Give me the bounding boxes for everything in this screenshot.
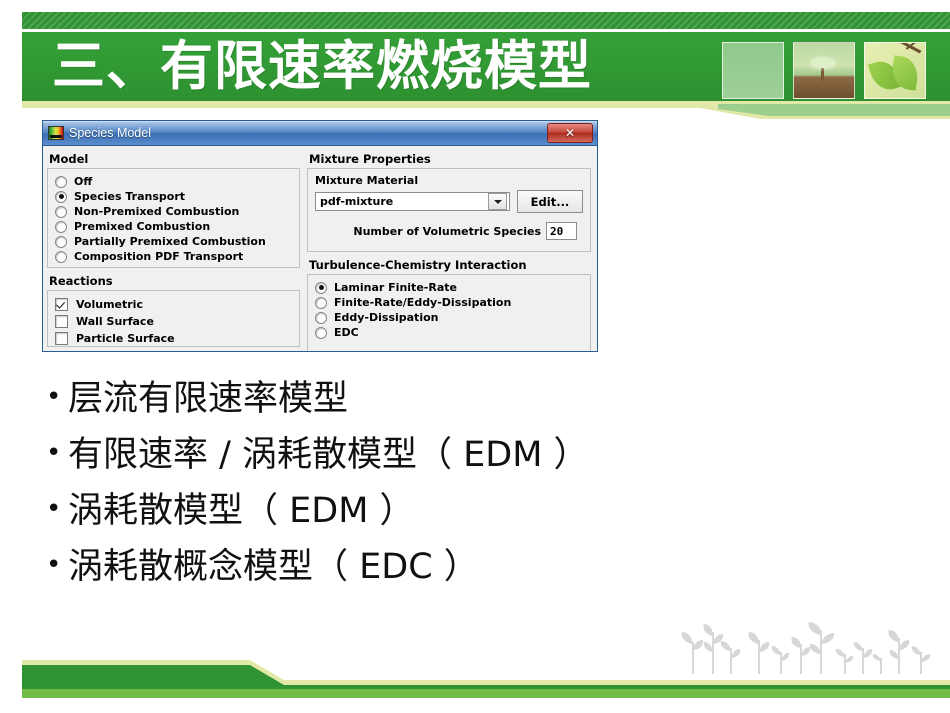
edit-button[interactable]: Edit...	[517, 190, 583, 213]
header-thumbnail-strip	[722, 42, 942, 99]
radio-option-finite-rate-eddy-dissipation[interactable]: Finite-Rate/Eddy-Dissipation	[315, 295, 583, 310]
bullet-marker-icon: •	[46, 550, 62, 580]
reactions-group-box: Volumetric Wall Surface Particle Surface	[47, 290, 300, 347]
thumbnail-seedling-photo	[793, 42, 855, 99]
thumbnail-blank-panel	[722, 42, 784, 99]
footer-light-green-layer	[22, 689, 950, 698]
mixture-properties-group-box: Mixture Material pdf-mixture Edit... Num…	[307, 168, 591, 252]
bullet-marker-icon: •	[46, 494, 62, 524]
mixture-material-select[interactable]: pdf-mixture	[315, 192, 510, 211]
option-label: EDC	[334, 326, 359, 339]
radio-icon-selected[interactable]	[315, 281, 327, 294]
radio-option-non-premixed-combustion[interactable]: Non-Premixed Combustion	[55, 204, 292, 219]
radio-icon[interactable]	[55, 205, 67, 218]
checkbox-icon[interactable]	[55, 332, 68, 345]
radio-icon[interactable]	[55, 220, 67, 233]
option-label: Partially Premixed Combustion	[74, 235, 266, 248]
page-title: 三、有限速率燃烧模型	[52, 36, 592, 97]
checkbox-option-particle-surface[interactable]: Particle Surface	[55, 330, 292, 347]
option-label: Premixed Combustion	[74, 220, 211, 233]
option-label: Finite-Rate/Eddy-Dissipation	[334, 296, 512, 309]
reactions-group-label: Reactions	[49, 274, 113, 288]
list-item-label: 涡耗散模型（ EDM ）	[68, 491, 415, 531]
dialog-title-bar[interactable]: Species Model ✕	[43, 121, 597, 146]
radio-option-off[interactable]: Off	[55, 174, 292, 189]
list-item: • 涡耗散概念模型（ EDC ）	[46, 540, 906, 596]
model-group-box: Off Species Transport Non-Premixed Combu…	[47, 168, 300, 268]
turbulence-chemistry-group-box: Laminar Finite-Rate Finite-Rate/Eddy-Dis…	[307, 274, 591, 351]
checkbox-icon-checked[interactable]	[55, 298, 68, 311]
list-item-label: 有限速率 / 涡耗散模型（ EDM ）	[68, 435, 589, 475]
checkbox-option-volumetric[interactable]: Volumetric	[55, 296, 292, 313]
radio-option-species-transport[interactable]: Species Transport	[55, 189, 292, 204]
radio-icon[interactable]	[55, 175, 67, 188]
slide-header-banner: 三、有限速率燃烧模型	[0, 0, 950, 119]
dialog-title: Species Model	[69, 126, 151, 140]
radio-icon-selected[interactable]	[55, 190, 67, 203]
fluent-contour-icon	[48, 126, 64, 140]
option-label: Off	[74, 175, 93, 188]
species-model-dialog[interactable]: Species Model ✕ Model Off Species Transp…	[42, 120, 598, 352]
slide-footer-bar	[0, 660, 950, 713]
radio-option-edc[interactable]: EDC	[315, 325, 583, 340]
option-label: Composition PDF Transport	[74, 250, 244, 263]
radio-option-composition-pdf-transport[interactable]: Composition PDF Transport	[55, 249, 292, 264]
option-label: Wall Surface	[76, 315, 154, 328]
radio-icon[interactable]	[315, 326, 327, 339]
dialog-body: Model Off Species Transport Non-Premixed…	[43, 146, 597, 351]
species-count-row: Number of Volumetric Species 20	[315, 222, 583, 240]
list-item-label: 层流有限速率模型	[68, 379, 349, 419]
close-icon[interactable]: ✕	[547, 123, 593, 143]
chevron-down-icon[interactable]	[488, 193, 507, 210]
radio-option-premixed-combustion[interactable]: Premixed Combustion	[55, 219, 292, 234]
dialog-right-column: Mixture Properties Mixture Material pdf-…	[307, 150, 591, 351]
checkbox-option-wall-surface[interactable]: Wall Surface	[55, 313, 292, 330]
model-group-label: Model	[49, 152, 89, 166]
header-top-stripe	[22, 12, 950, 29]
mixture-material-value: pdf-mixture	[320, 195, 394, 208]
radio-icon[interactable]	[315, 311, 327, 324]
radio-icon[interactable]	[55, 235, 67, 248]
species-count-field[interactable]: 20	[546, 222, 577, 240]
radio-icon[interactable]	[55, 250, 67, 263]
list-item: • 层流有限速率模型	[46, 372, 906, 428]
bullet-marker-icon: •	[46, 382, 62, 412]
turbulence-chemistry-group-label: Turbulence-Chemistry Interaction	[309, 258, 527, 272]
bullet-list: • 层流有限速率模型 • 有限速率 / 涡耗散模型（ EDM ） • 涡耗散模型…	[46, 372, 906, 596]
option-label: Species Transport	[74, 190, 186, 203]
mixture-material-row: pdf-mixture Edit...	[315, 190, 583, 213]
option-label: Eddy-Dissipation	[334, 311, 439, 324]
list-item: • 涡耗散模型（ EDM ）	[46, 484, 906, 540]
checkbox-icon[interactable]	[55, 315, 68, 328]
list-item: • 有限速率 / 涡耗散模型（ EDM ）	[46, 428, 906, 484]
dialog-left-column: Model Off Species Transport Non-Premixed…	[47, 150, 300, 348]
mixture-properties-group-label: Mixture Properties	[309, 152, 431, 166]
option-label: Volumetric	[76, 298, 143, 311]
bullet-marker-icon: •	[46, 438, 62, 468]
radio-option-eddy-dissipation[interactable]: Eddy-Dissipation	[315, 310, 583, 325]
radio-option-partially-premixed-combustion[interactable]: Partially Premixed Combustion	[55, 234, 292, 249]
option-label: Laminar Finite-Rate	[334, 281, 457, 294]
list-item-label: 涡耗散概念模型（ EDC ）	[68, 547, 479, 587]
species-count-label: Number of Volumetric Species	[353, 224, 541, 238]
thumbnail-leaf-photo	[864, 42, 926, 99]
mixture-material-label: Mixture Material	[315, 174, 419, 187]
radio-icon[interactable]	[315, 296, 327, 309]
radio-option-laminar-finite-rate[interactable]: Laminar Finite-Rate	[315, 280, 583, 295]
option-label: Non-Premixed Combustion	[74, 205, 240, 218]
option-label: Particle Surface	[76, 332, 175, 345]
